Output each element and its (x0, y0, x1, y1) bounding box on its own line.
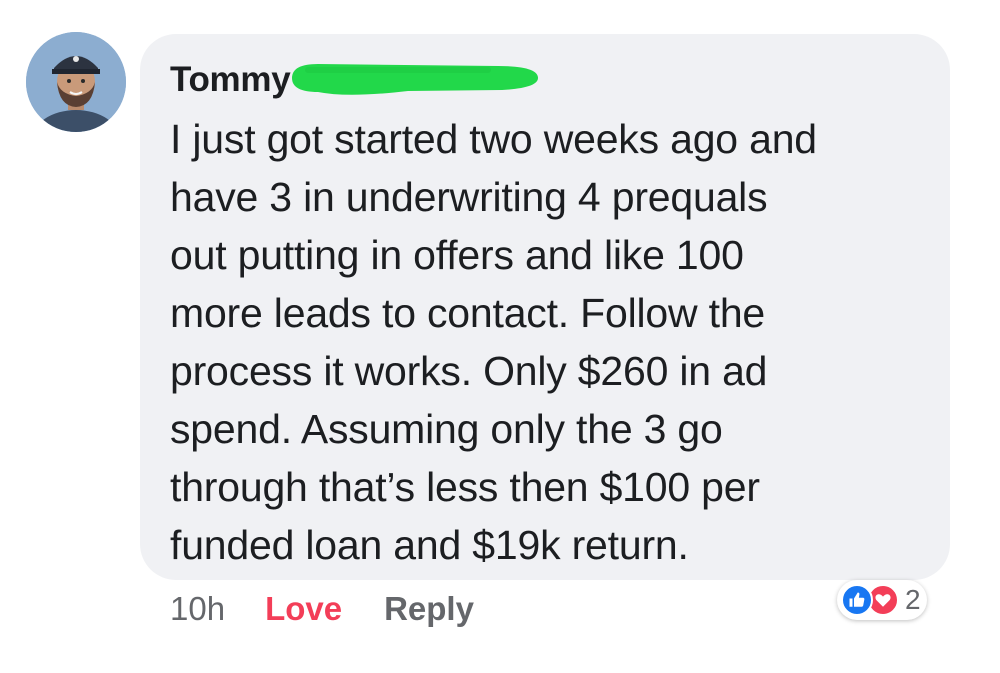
reaction-summary[interactable]: 2 (837, 580, 927, 620)
comment-thread: Tommy I just got started two weeks ago a… (0, 0, 1000, 673)
comment-actions: 10h Love Reply (170, 590, 474, 628)
redaction-mark (292, 64, 538, 95)
reply-button[interactable]: Reply (384, 590, 474, 628)
like-icon (841, 584, 873, 616)
comment-line: through that’s less then $100 per (170, 464, 760, 510)
comment-author[interactable]: Tommy (170, 60, 291, 100)
comment-body: I just got started two weeks ago and hav… (170, 110, 930, 574)
comment-line: I just got started two weeks ago and (170, 116, 817, 162)
comment-line: out putting in offers and like 100 (170, 232, 744, 278)
comment-line: more leads to contact. Follow the (170, 290, 766, 336)
comment-line: funded loan and $19k return. (170, 522, 689, 568)
comment-line: have 3 in underwriting 4 prequals (170, 174, 768, 220)
comment-timestamp[interactable]: 10h (170, 590, 225, 628)
reaction-count: 2 (905, 584, 921, 615)
comment-line: spend. Assuming only the 3 go (170, 406, 723, 452)
love-reaction-button[interactable]: Love (265, 590, 342, 628)
comment-bubble: Tommy I just got started two weeks ago a… (140, 34, 950, 580)
avatar[interactable] (26, 32, 126, 132)
comment-line: process it works. Only $260 in ad (170, 348, 768, 394)
avatar-image (26, 32, 126, 132)
